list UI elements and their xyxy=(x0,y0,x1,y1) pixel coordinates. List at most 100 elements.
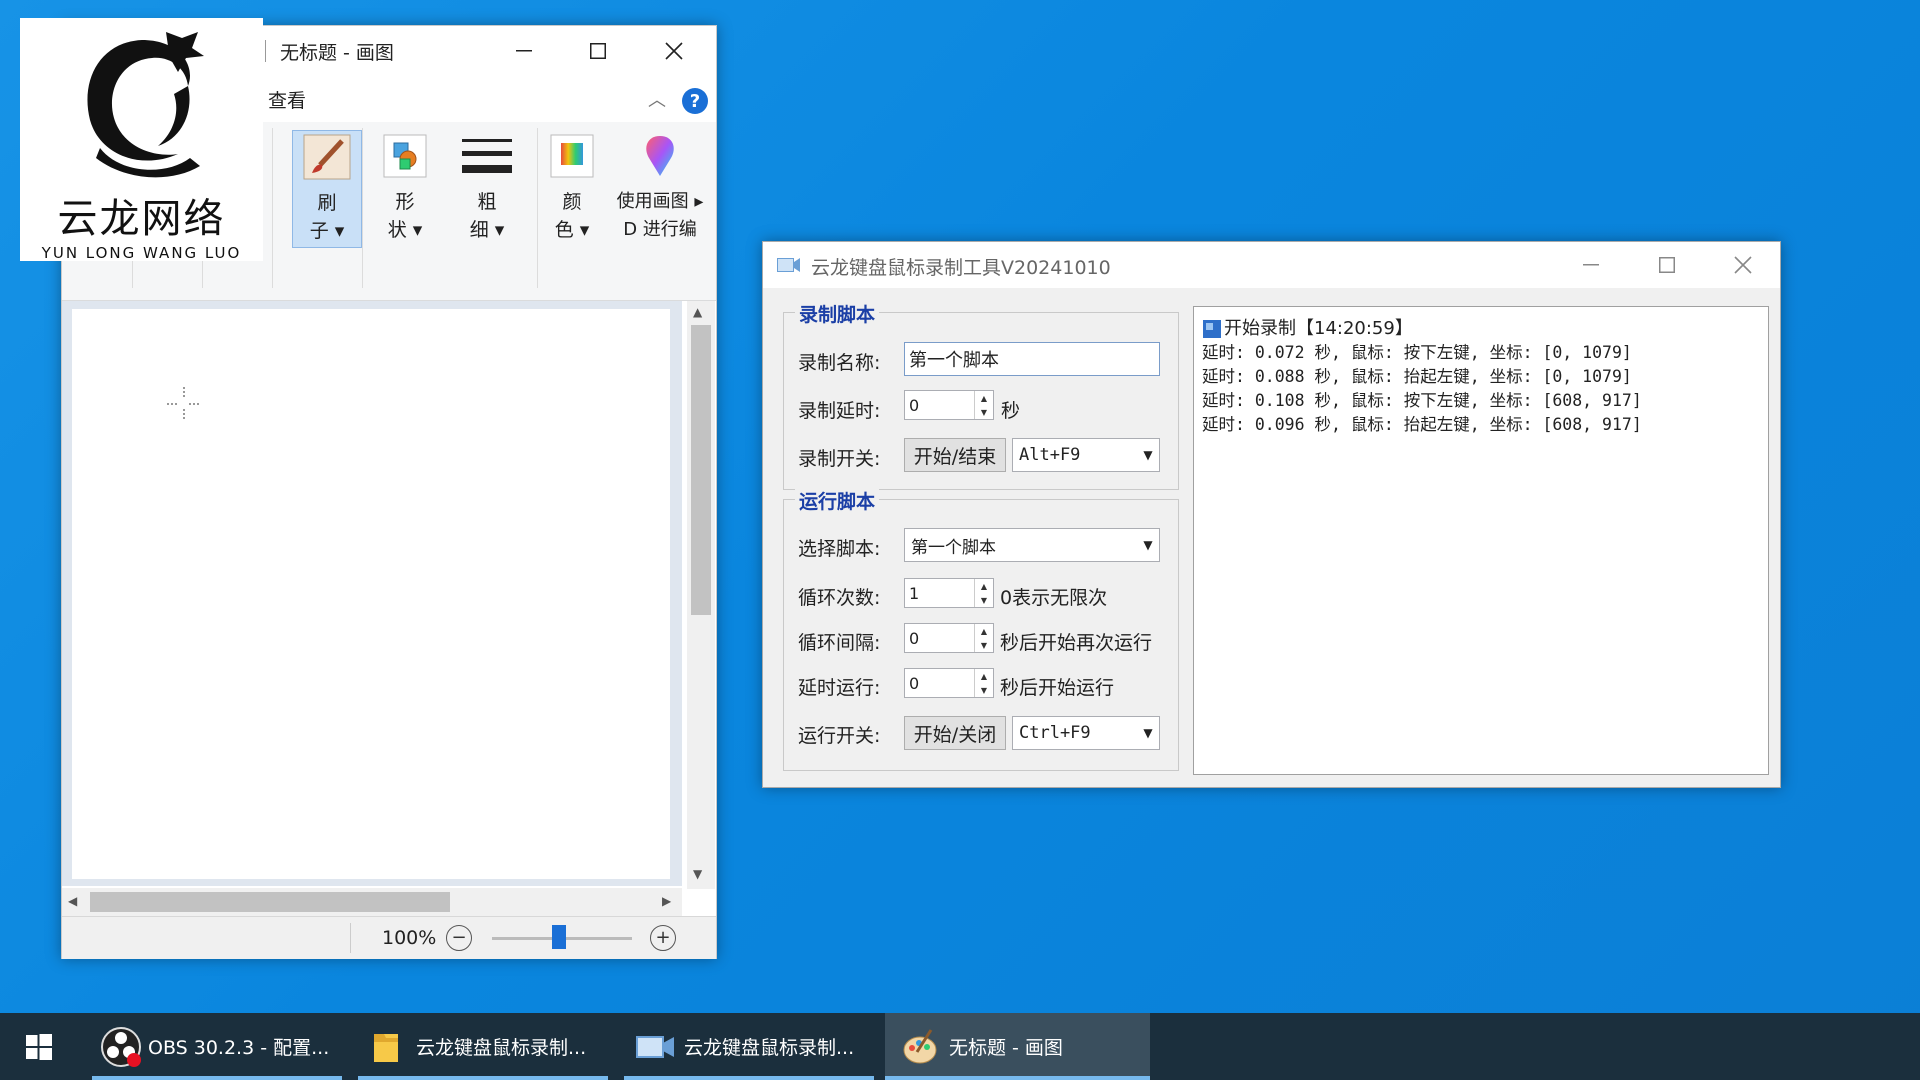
minimize-icon xyxy=(516,50,532,52)
record-hotkey-select[interactable]: Alt+F9 ▼ xyxy=(1012,438,1160,472)
recorder-minimize-button[interactable] xyxy=(1555,242,1627,288)
maximize-button[interactable] xyxy=(562,26,634,76)
line-width-icon xyxy=(459,130,515,182)
delay-run-label: 延时运行: xyxy=(798,677,881,699)
close-icon xyxy=(1734,256,1752,274)
size-tool[interactable]: 粗 细 ▾ xyxy=(452,130,522,244)
loop-count-stepper[interactable]: 1 ▲ ▼ xyxy=(904,578,994,608)
dragon-logo-icon xyxy=(87,32,204,178)
zoom-out-icon[interactable]: − xyxy=(446,925,472,951)
spinner-buttons[interactable]: ▲ ▼ xyxy=(974,391,993,419)
palette-icon xyxy=(544,130,600,182)
scroll-down-icon[interactable]: ▼ xyxy=(693,867,702,881)
record-start-icon xyxy=(1203,320,1221,338)
loop-interval-value: 0 xyxy=(909,628,920,648)
record-delay-stepper[interactable]: 0 ▲ ▼ xyxy=(904,390,994,420)
horizontal-scrollbar[interactable]: ◀ ▶ xyxy=(62,888,682,916)
recorder-title: 云龙键盘鼠标录制工具V20241010 xyxy=(811,257,1111,279)
record-log-panel[interactable]: 开始录制【14:20:59】 延时: 0.072 秒, 鼠标: 按下左键, 坐标… xyxy=(1193,306,1769,775)
close-icon xyxy=(665,42,683,60)
ribbon-separator xyxy=(272,128,273,288)
loop-count-hint: 0表示无限次 xyxy=(1000,587,1108,609)
spinner-buttons[interactable]: ▲ ▼ xyxy=(974,624,993,652)
logo-text-en: YUN LONG WANG LUO xyxy=(41,244,242,262)
ribbon-separator xyxy=(537,128,538,288)
help-icon[interactable]: ? xyxy=(682,88,708,114)
ribbon-separator xyxy=(362,128,363,288)
log-line: 开始录制【14:20:59】 xyxy=(1202,317,1642,341)
select-script-label: 选择脚本: xyxy=(798,538,881,560)
menu-view[interactable]: 查看 xyxy=(268,86,306,113)
windows-logo-icon xyxy=(26,1033,52,1060)
tool-label: 状 ▾ xyxy=(387,219,423,241)
log-text: 开始录制【14:20:59】 xyxy=(1224,318,1413,339)
chevron-down-icon: ▼ xyxy=(1143,538,1153,552)
minimize-icon xyxy=(1583,264,1599,266)
zoom-in-icon[interactable]: + xyxy=(650,925,676,951)
vertical-scroll-thumb[interactable] xyxy=(691,325,711,615)
paint3d-tool[interactable]: 使用画图 ▸ D 进行编 xyxy=(610,130,710,244)
scroll-up-icon[interactable]: ▲ xyxy=(693,305,702,319)
record-switch-label: 录制开关: xyxy=(798,448,881,470)
spin-up-icon[interactable]: ▲ xyxy=(975,391,993,405)
colors-tool[interactable]: 颜 色 ▾ xyxy=(542,130,602,244)
shapes-tool[interactable]: 形 状 ▾ xyxy=(375,130,435,244)
record-start-stop-button[interactable]: 开始/结束 xyxy=(904,438,1006,472)
record-delay-unit: 秒 xyxy=(1001,400,1021,422)
run-switch-label: 运行开关: xyxy=(798,725,881,747)
start-button[interactable] xyxy=(0,1013,78,1080)
spin-down-icon[interactable]: ▼ xyxy=(975,405,993,419)
record-group-title: 录制脚本 xyxy=(795,300,880,327)
recorder-titlebar[interactable]: 云龙键盘鼠标录制工具V20241010 xyxy=(763,242,1780,288)
close-button[interactable] xyxy=(638,26,710,76)
recorder-maximize-button[interactable] xyxy=(1631,242,1703,288)
taskbar-item-obs[interactable]: OBS 30.2.3 - 配置... xyxy=(92,1013,342,1080)
shapes-icon xyxy=(377,130,433,182)
zoom-slider-thumb[interactable] xyxy=(552,925,566,949)
run-hotkey-value: Ctrl+F9 xyxy=(1019,723,1091,743)
record-delay-label: 录制延时: xyxy=(798,400,881,422)
taskbar-item-label: 无标题 - 画图 xyxy=(949,1037,1063,1059)
horizontal-scroll-thumb[interactable] xyxy=(90,892,450,912)
taskbar-item-paint[interactable]: 无标题 - 画图 xyxy=(885,1013,1150,1080)
tool-label: 颜 xyxy=(562,191,582,213)
record-name-input[interactable]: 第一个脚本 xyxy=(904,342,1160,376)
record-delay-value: 0 xyxy=(909,395,920,415)
run-hotkey-select[interactable]: Ctrl+F9 ▼ xyxy=(1012,716,1160,750)
spin-down-icon[interactable]: ▼ xyxy=(975,593,993,607)
maximize-icon xyxy=(590,43,606,59)
spin-up-icon[interactable]: ▲ xyxy=(975,579,993,593)
tool-label: 粗 xyxy=(477,191,497,213)
run-start-stop-button[interactable]: 开始/关闭 xyxy=(904,716,1006,750)
folder-icon xyxy=(374,1033,398,1062)
spin-down-icon[interactable]: ▼ xyxy=(975,638,993,652)
select-script-dropdown[interactable]: 第一个脚本 ▼ xyxy=(904,528,1160,562)
tool-label: D 进行编 xyxy=(623,219,697,240)
running-indicator xyxy=(885,1076,1150,1080)
scroll-right-icon[interactable]: ▶ xyxy=(662,894,671,908)
recorder-close-button[interactable] xyxy=(1707,242,1779,288)
scroll-left-icon[interactable]: ◀ xyxy=(68,894,77,908)
log-line: 延时: 0.096 秒, 鼠标: 抬起左键, 坐标: [608, 917] xyxy=(1202,415,1642,434)
recorder-app-icon xyxy=(777,258,800,272)
taskbar: OBS 30.2.3 - 配置... 云龙键盘鼠标录制... 云龙键盘鼠标录制.… xyxy=(0,1013,1920,1080)
taskbar-item-folder[interactable]: 云龙键盘鼠标录制... xyxy=(358,1013,608,1080)
status-separator xyxy=(350,923,351,953)
vertical-scrollbar[interactable]: ▲ ▼ xyxy=(687,301,715,889)
obs-icon xyxy=(101,1026,141,1067)
record-hotkey-value: Alt+F9 xyxy=(1019,445,1081,465)
drawing-canvas[interactable] xyxy=(72,309,670,879)
spin-down-icon[interactable]: ▼ xyxy=(975,683,993,697)
spin-up-icon[interactable]: ▲ xyxy=(975,624,993,638)
delay-run-stepper[interactable]: 0 ▲ ▼ xyxy=(904,668,994,698)
minimize-button[interactable] xyxy=(488,26,560,76)
spinner-buttons[interactable]: ▲ ▼ xyxy=(974,579,993,607)
log-line: 延时: 0.108 秒, 鼠标: 按下左键, 坐标: [608, 917] xyxy=(1202,391,1642,410)
spin-up-icon[interactable]: ▲ xyxy=(975,669,993,683)
brush-tool[interactable]: 刷 子 ▾ xyxy=(292,130,362,248)
spinner-buttons[interactable]: ▲ ▼ xyxy=(974,669,993,697)
loop-interval-stepper[interactable]: 0 ▲ ▼ xyxy=(904,623,994,653)
collapse-ribbon-icon[interactable]: ︿ xyxy=(648,86,666,112)
tool-label: 使用画图 ▸ xyxy=(616,191,704,212)
taskbar-item-recorder[interactable]: 云龙键盘鼠标录制... xyxy=(624,1013,874,1080)
